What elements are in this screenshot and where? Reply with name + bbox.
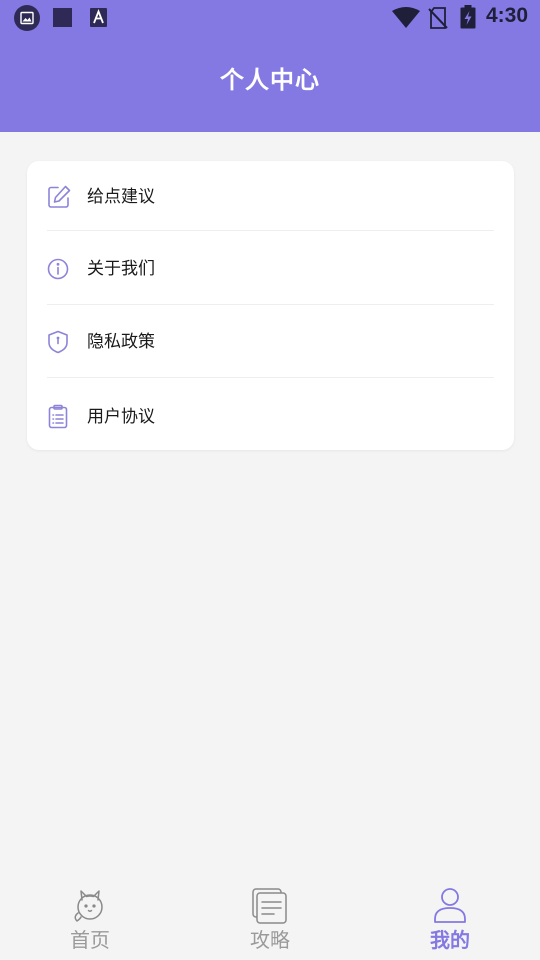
divider [47, 230, 494, 231]
status-time: 4:30 [485, 4, 528, 27]
battery-charging-icon [460, 5, 476, 33]
page-title: 个人中心 [220, 66, 320, 94]
gallery-icon [14, 5, 40, 35]
user-icon [430, 886, 470, 926]
tab-mine[interactable]: 我的 [360, 880, 540, 960]
menu-item-privacy-policy[interactable]: 隐私政策 [27, 306, 514, 378]
tab-label: 攻略 [250, 928, 290, 952]
header-bar: 4:30 个人中心 [0, 0, 540, 132]
bottom-tab-bar: 首页 攻略 我的 [0, 880, 540, 960]
tab-guides[interactable]: 攻略 [180, 880, 360, 960]
edit-icon [46, 184, 72, 210]
menu-item-label: 隐私政策 [87, 332, 155, 352]
no-sim-icon [428, 7, 448, 33]
menu-item-about-us[interactable]: 关于我们 [27, 233, 514, 305]
menu-item-user-agreement[interactable]: 用户协议 [27, 381, 514, 453]
tab-home[interactable]: 首页 [0, 880, 180, 960]
settings-menu-card: 给点建议 关于我们 隐私政策 用户协议 [27, 161, 514, 450]
info-icon [46, 256, 72, 282]
status-bar: 4:30 [0, 0, 540, 36]
divider [47, 304, 494, 305]
menu-item-label: 给点建议 [87, 187, 155, 207]
square-icon [53, 8, 73, 32]
cat-icon [70, 886, 110, 926]
divider [47, 377, 494, 378]
menu-item-label: 关于我们 [87, 259, 155, 279]
shield-icon [46, 329, 72, 355]
menu-item-feedback[interactable]: 给点建议 [27, 161, 514, 233]
pages-icon [250, 886, 290, 926]
menu-item-label: 用户协议 [87, 407, 155, 427]
clipboard-icon [46, 404, 72, 430]
wifi-icon [392, 7, 420, 33]
tab-label: 我的 [430, 928, 470, 952]
tab-label: 首页 [70, 928, 110, 952]
text-a-icon [90, 8, 108, 32]
